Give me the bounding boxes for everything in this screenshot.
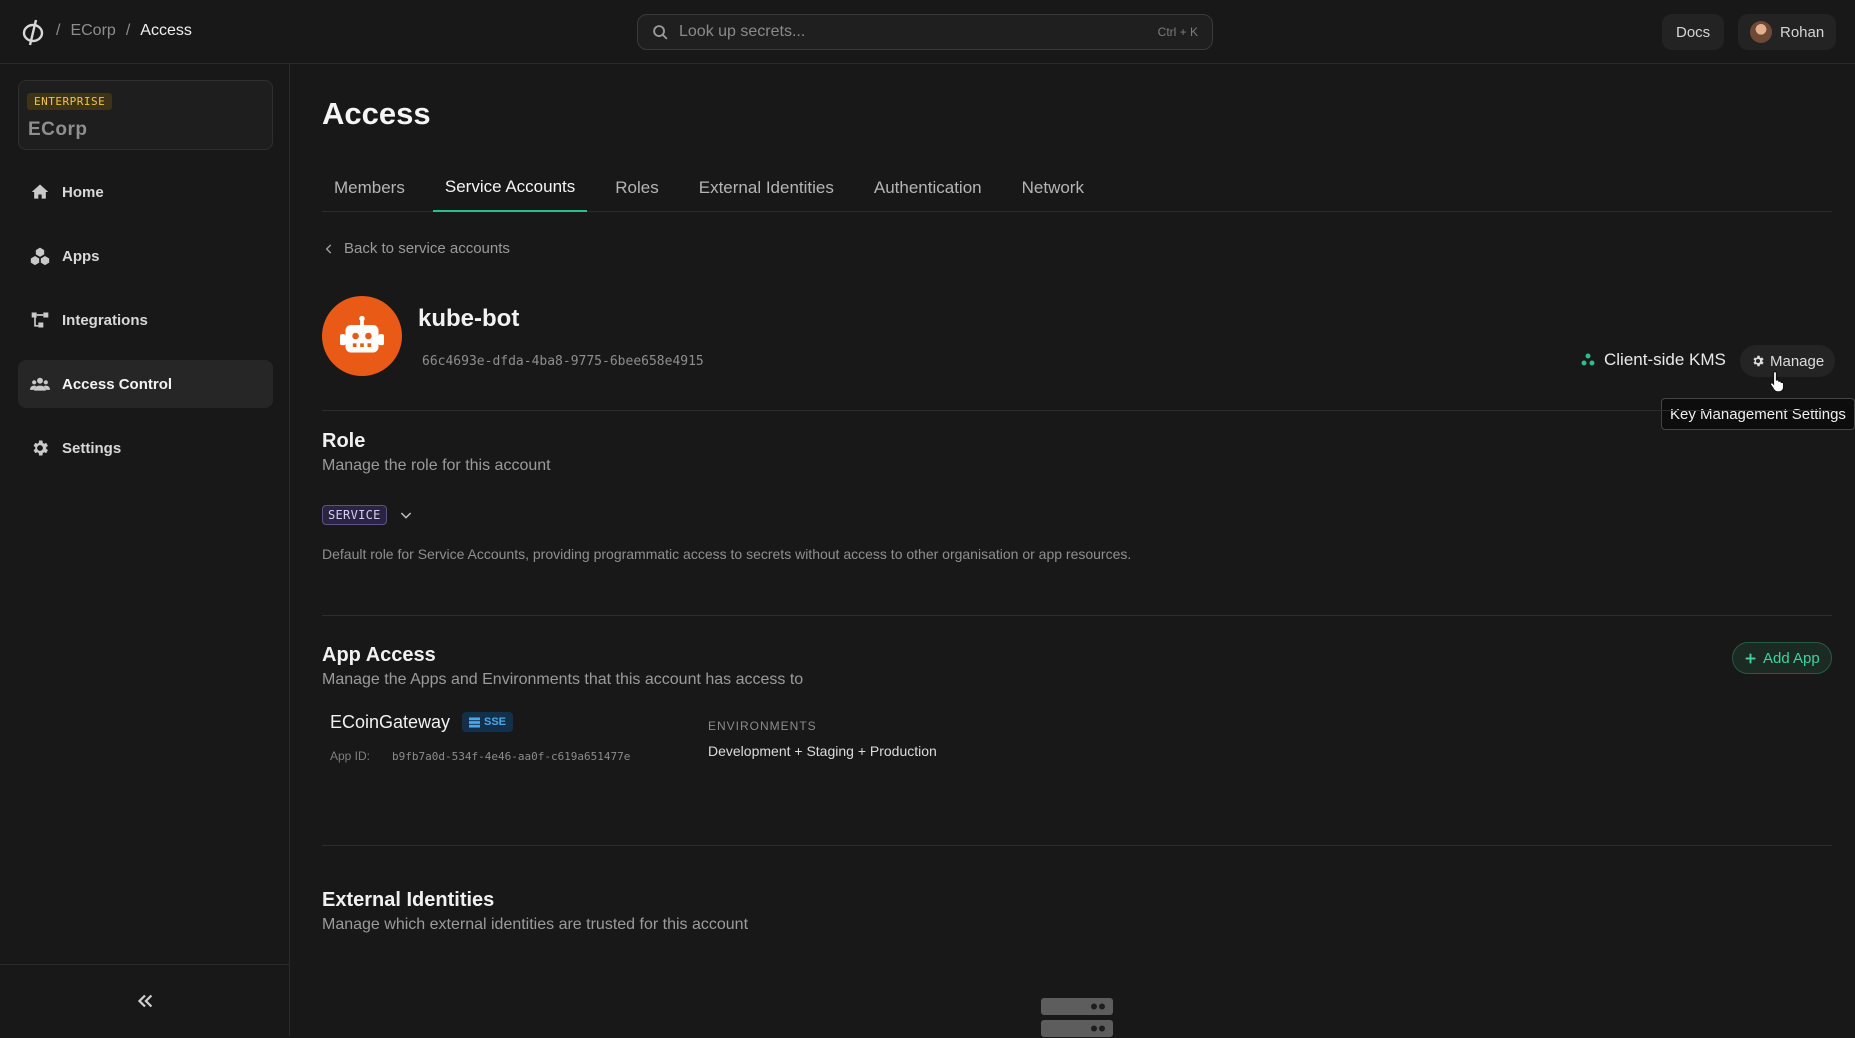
client-side-kms-indicator: Client-side KMS [1580, 350, 1726, 370]
sidebar-footer [0, 964, 290, 1036]
sidebar-item-integrations[interactable]: Integrations [18, 296, 273, 344]
user-name: Rohan [1780, 23, 1825, 41]
external-identities-section-description: Manage which external identities are tru… [322, 916, 749, 933]
service-account-avatar [322, 296, 402, 376]
role-badge[interactable]: SERVICE [322, 505, 387, 525]
sidebar-item-label: Settings [62, 439, 122, 457]
app-id-value: b9fb7a0d-534f-4e46-aa0f-c619a651477e [392, 750, 631, 763]
collapse-sidebar-icon[interactable] [134, 990, 156, 1012]
section-divider [322, 410, 1832, 411]
sidebar-item-apps[interactable]: Apps [18, 232, 273, 280]
tab-members[interactable]: Members [322, 164, 417, 212]
gear-icon [33, 440, 48, 456]
plus-icon [1745, 653, 1756, 663]
robot-icon [340, 315, 384, 353]
server-stack-icon [1041, 998, 1113, 1037]
tab-network[interactable]: Network [1010, 164, 1096, 212]
app-access-section-description: Manage the Apps and Environments that th… [322, 671, 804, 688]
back-link-label: Back to service accounts [344, 240, 510, 257]
hand-pointer-cursor-icon [1769, 370, 1785, 392]
search-icon [653, 24, 668, 40]
sidebar-item-label: Access Control [62, 375, 173, 393]
app-access-section-title: App Access [322, 644, 436, 666]
gear-icon [1753, 355, 1764, 367]
sidebar-item-label: Home [62, 183, 104, 201]
add-app-button[interactable]: Add App [1732, 642, 1832, 674]
page-title: Access [322, 96, 431, 131]
environments-value[interactable]: Development + Staging + Production [708, 743, 937, 759]
sidebar-item-label: Apps [62, 247, 100, 265]
kms-label: Client-side KMS [1604, 350, 1726, 369]
chevron-down-icon[interactable] [398, 507, 414, 523]
key-management-tooltip: Key Management Settings [1661, 398, 1855, 430]
breadcrumb-org-link[interactable]: ECorp [70, 22, 115, 40]
tab-roles[interactable]: Roles [603, 164, 670, 212]
breadcrumb-separator: / [56, 22, 61, 39]
back-to-service-accounts-link[interactable]: Back to service accounts [322, 240, 510, 257]
search-input[interactable]: Look up secrets... Ctrl + K [637, 14, 1213, 50]
home-icon [31, 184, 49, 199]
role-description: Default role for Service Accounts, provi… [322, 546, 1132, 562]
breadcrumb-separator: / [125, 22, 131, 39]
section-divider [322, 845, 1832, 846]
tab-external-identities[interactable]: External Identities [687, 164, 846, 212]
sidebar: ENTERPRISE ECorp Home Apps Integrations … [0, 64, 290, 1036]
docs-button[interactable]: Docs [1662, 14, 1725, 50]
app-name-link[interactable]: ECoinGateway [330, 712, 450, 733]
sse-badge-label: SSE [484, 716, 507, 728]
sse-badge: SSE [462, 712, 514, 732]
role-section-title: Role [322, 430, 366, 452]
sidebar-item-settings[interactable]: Settings [18, 424, 273, 472]
server-icon [469, 716, 480, 728]
search-placeholder: Look up secrets... [679, 23, 806, 40]
sidebar-item-label: Integrations [62, 311, 148, 329]
add-app-label: Add App [1763, 649, 1820, 667]
chevron-left-icon [325, 243, 332, 254]
top-bar: / ECorp / Access Look up secrets... Ctrl… [0, 0, 1855, 64]
tab-service-accounts[interactable]: Service Accounts [432, 164, 588, 212]
role-section-description: Manage the role for this account [322, 457, 551, 474]
users-icon [30, 377, 50, 391]
breadcrumb-current-page: Access [140, 22, 192, 39]
apps-icon [30, 247, 50, 266]
user-menu-button[interactable]: Rohan [1738, 14, 1837, 50]
sidebar-item-access-control[interactable]: Access Control [18, 360, 273, 408]
external-identities-section-title: External Identities [322, 889, 495, 911]
section-divider [322, 615, 1832, 616]
manage-button-label: Manage [1770, 352, 1825, 370]
environments-heading: ENVIRONMENTS [708, 719, 817, 733]
avatar [1750, 21, 1772, 43]
breadcrumb: / ECorp / Access [56, 22, 192, 40]
sidebar-nav: Home Apps Integrations Access Control Se… [18, 168, 273, 488]
service-account-name: kube-bot [418, 305, 520, 332]
tab-bar: Members Service Accounts Roles External … [322, 164, 1832, 212]
search-shortcut: Ctrl + K [1157, 25, 1198, 39]
manage-kms-button[interactable]: Manage [1740, 345, 1836, 377]
kms-icon [1581, 353, 1595, 366]
service-account-id: 66c4693e-dfda-4ba8-9775-6bee658e4915 [422, 354, 704, 369]
org-name: ECorp [28, 119, 88, 140]
org-switcher[interactable]: ENTERPRISE ECorp [18, 80, 273, 150]
tab-authentication[interactable]: Authentication [862, 164, 994, 212]
phase-logo-icon[interactable] [20, 18, 46, 46]
integrations-icon [31, 312, 49, 328]
sidebar-item-home[interactable]: Home [18, 168, 273, 216]
app-id-label: App ID: [330, 749, 371, 763]
plan-badge: ENTERPRISE [27, 93, 113, 110]
